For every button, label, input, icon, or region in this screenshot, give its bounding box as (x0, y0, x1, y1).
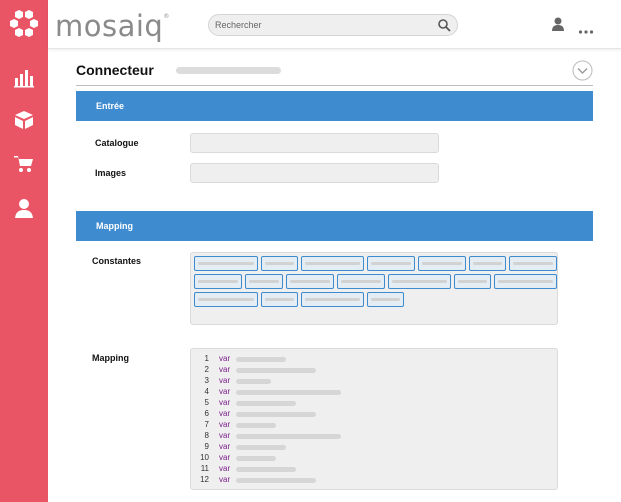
constant-chip[interactable] (388, 274, 451, 289)
more-icon[interactable] (578, 22, 594, 34)
user-badge-icon[interactable] (12, 196, 36, 220)
code-line: 4 var (191, 387, 551, 398)
code-line: 9 var (191, 442, 551, 453)
constant-chip[interactable] (509, 256, 557, 271)
constant-chip[interactable] (245, 274, 283, 289)
constant-chip[interactable] (261, 292, 298, 307)
user-icon[interactable] (551, 16, 565, 32)
section-mapping-header[interactable]: Mapping (76, 211, 593, 241)
code-line: 7 var (191, 420, 551, 431)
code-line: 11 var (191, 464, 551, 475)
chevron-down-icon (572, 60, 593, 81)
search-box[interactable] (208, 14, 458, 36)
mapping-label: Mapping (92, 353, 129, 363)
constantes-field[interactable] (190, 252, 558, 325)
images-label: Images (95, 168, 127, 178)
constant-chip[interactable] (301, 256, 364, 271)
top-header: mosaiq® (48, 0, 621, 49)
constant-chip[interactable] (301, 292, 364, 307)
cart-icon[interactable] (12, 152, 36, 176)
constant-chip[interactable] (194, 274, 242, 289)
constant-chip[interactable] (286, 274, 334, 289)
search-icon[interactable] (437, 18, 451, 32)
logo-hexagons-icon[interactable] (0, 0, 48, 48)
sidebar (0, 0, 48, 502)
code-line: 5 var (191, 398, 551, 409)
code-line: 12 var (191, 475, 551, 486)
images-field[interactable] (190, 163, 439, 183)
code-line: 8 var (191, 431, 551, 442)
page-title: Connecteur (76, 62, 154, 78)
catalogue-field[interactable] (190, 133, 439, 153)
section-entree-header[interactable]: Entrée (76, 91, 593, 121)
title-placeholder-bar (176, 67, 281, 74)
constantes-label: Constantes (92, 256, 142, 266)
box-icon[interactable] (12, 108, 36, 132)
constant-chip[interactable] (337, 274, 385, 289)
search-input[interactable] (215, 17, 425, 33)
constant-chip[interactable] (367, 292, 404, 307)
bar-chart-icon[interactable] (12, 65, 36, 89)
code-line: 1 var (191, 354, 551, 365)
code-line: 3 var (191, 376, 551, 387)
constant-chip[interactable] (494, 274, 557, 289)
title-divider (76, 85, 593, 86)
constant-chip[interactable] (418, 256, 466, 271)
code-line: 6 var (191, 409, 551, 420)
code-line: 10 var (191, 453, 551, 464)
constant-chip[interactable] (454, 274, 491, 289)
constant-chip[interactable] (261, 256, 298, 271)
constant-chip[interactable] (194, 256, 258, 271)
constant-chip[interactable] (367, 256, 415, 271)
catalogue-label: Catalogue (95, 138, 139, 148)
collapse-button[interactable] (572, 60, 593, 81)
mapping-code-editor[interactable]: 1 var 2 var 3 var 4 var 5 var 6 var 7 var 8 var … (190, 348, 558, 490)
constant-chip[interactable] (194, 292, 258, 307)
constant-chip[interactable] (469, 256, 506, 271)
code-line: 2 var (191, 365, 551, 376)
brand-logo[interactable]: mosaiq® (55, 9, 170, 43)
